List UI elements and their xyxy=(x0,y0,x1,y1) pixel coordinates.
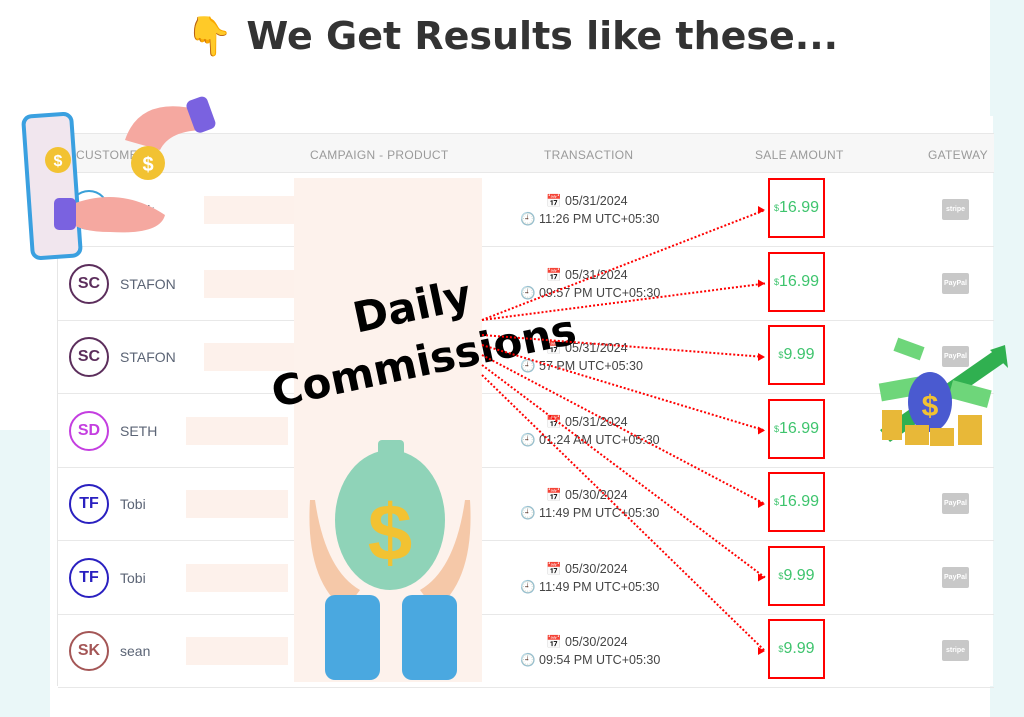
arrow-line xyxy=(481,364,766,579)
arrow-head xyxy=(758,500,765,508)
arrow-head xyxy=(758,426,765,435)
arrow-head xyxy=(758,279,765,288)
arrow-line xyxy=(481,374,766,652)
arrow-line xyxy=(481,209,766,321)
arrow-line xyxy=(481,334,766,358)
arrows-layer xyxy=(481,206,766,655)
arrow-head xyxy=(758,647,765,655)
arrow-line xyxy=(481,282,766,321)
arrow-line xyxy=(481,354,766,505)
arrow-head xyxy=(758,353,765,361)
arrow-head xyxy=(758,206,765,214)
